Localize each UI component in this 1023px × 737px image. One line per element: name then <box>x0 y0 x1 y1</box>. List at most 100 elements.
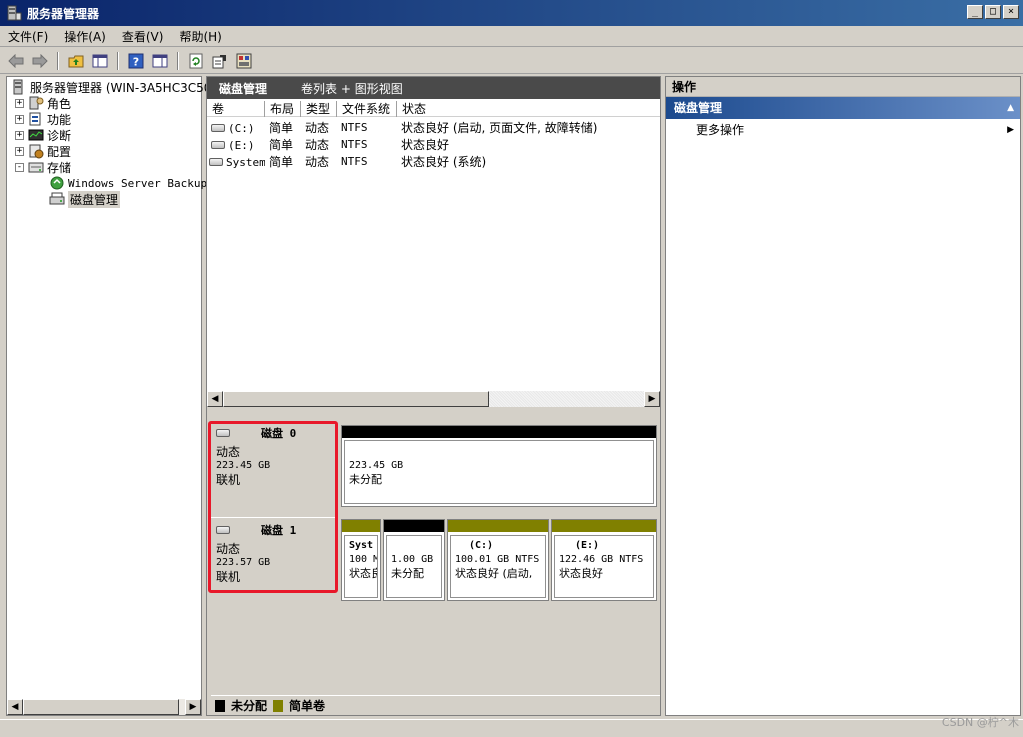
scroll-thumb[interactable] <box>23 699 179 715</box>
toolbar-separator <box>177 51 179 70</box>
forward-button[interactable] <box>30 51 50 71</box>
scroll-thumb[interactable] <box>223 391 489 407</box>
partition-status: 未分配 <box>349 473 382 486</box>
partition-size: 100.01 GB NTFS <box>455 554 540 565</box>
svg-text:?: ? <box>133 55 139 68</box>
tree-item-diagnostics[interactable]: + 诊断 <box>15 127 71 143</box>
tree-item-configuration[interactable]: + 配置 <box>15 143 71 159</box>
disk-management-pane: 磁盘管理 卷列表 + 图形视图 卷 布局 类型 文件系统 状态 (C:) 简单 … <box>206 76 661 716</box>
features-icon <box>29 112 41 126</box>
column-header-filesystem[interactable]: 文件系统 <box>337 101 397 117</box>
volume-layout: 简单 <box>269 138 294 152</box>
menu-view[interactable]: 查看(V) <box>122 28 164 45</box>
refresh-button[interactable] <box>186 51 206 71</box>
expand-toggle[interactable]: + <box>15 98 24 108</box>
tree-item-label: 存储 <box>47 160 72 175</box>
pane-view-mode: 卷列表 + 图形视图 <box>301 81 403 96</box>
diagnostics-icon <box>28 129 44 141</box>
tree-item-disk-management[interactable]: 磁盘管理 <box>49 190 121 208</box>
column-header-volume[interactable]: 卷 <box>207 101 265 117</box>
legend: 未分配 简单卷 <box>211 695 660 715</box>
refresh-icon <box>189 53 203 68</box>
actions-header: 操作 <box>666 77 1020 97</box>
collapse-up-icon[interactable]: ▲ <box>1007 97 1014 119</box>
menu-action[interactable]: 操作(A) <box>64 28 106 45</box>
back-button[interactable] <box>6 51 26 71</box>
scroll-left-button[interactable]: ◀ <box>7 699 23 715</box>
tree-item-roles[interactable]: + 角色 <box>15 95 71 111</box>
minimize-button[interactable]: _ <box>967 5 983 19</box>
partition-e[interactable]: (E:) 122.46 GB NTFS 状态良好 <box>551 519 657 601</box>
volume-filesystem: NTFS <box>341 121 368 134</box>
partition-size: 1.00 GB <box>391 554 434 565</box>
scroll-right-button[interactable]: ▶ <box>185 699 201 715</box>
expand-toggle[interactable]: + <box>15 114 24 124</box>
up-folder-button[interactable] <box>66 51 86 71</box>
backup-icon <box>50 176 64 190</box>
table-row[interactable]: (C:) 简单 动态 NTFS 状态良好 (启动, 页面文件, 故障转储) <box>207 119 660 136</box>
roles-icon <box>29 96 44 110</box>
partition-unallocated[interactable]: 1.00 GB 未分配 <box>383 519 445 601</box>
volume-name: System <box>226 155 265 169</box>
partition-c[interactable]: (C:) 100.01 GB NTFS 状态良好 (启动, <box>447 519 549 601</box>
show-hide-tree-button[interactable] <box>90 51 110 71</box>
column-header-status[interactable]: 状态 <box>397 101 660 117</box>
partition-name: (C:) <box>469 540 494 551</box>
title-bar: 服务器管理器 _ □ × <box>0 0 1023 26</box>
partition-color-bar <box>342 426 656 438</box>
scroll-left-button[interactable]: ◀ <box>207 391 223 407</box>
tree-item-label: 功能 <box>47 112 72 127</box>
table-row[interactable]: System 简单 动态 NTFS 状态良好 (系统) <box>207 153 660 170</box>
properties-button[interactable] <box>210 51 230 71</box>
volume-list-header: 卷 布局 类型 文件系统 状态 <box>207 101 660 117</box>
partition-color-bar <box>384 520 444 532</box>
tree-item-label: Windows Server Backup <box>68 176 208 190</box>
actions-pane: 操作 磁盘管理 ▲ 更多操作 ▶ <box>665 76 1021 716</box>
partition-system[interactable]: Syst 100 M 状态良 <box>341 519 381 601</box>
column-header-layout[interactable]: 布局 <box>265 101 301 117</box>
volume-list-horizontal-scrollbar[interactable]: ◀ ▶ <box>207 391 660 407</box>
toolbar-separator <box>117 51 119 70</box>
disk-management-icon <box>49 192 65 205</box>
properties-icon <box>212 54 226 68</box>
toolbar: ? <box>0 48 1023 74</box>
maximize-button[interactable]: □ <box>985 5 1001 19</box>
expand-toggle[interactable]: + <box>15 146 24 156</box>
collapse-toggle[interactable]: - <box>15 162 24 172</box>
tree-item-windows-server-backup[interactable]: Windows Server Backup <box>49 175 207 191</box>
volume-type: 动态 <box>305 138 330 152</box>
tree-root-server-manager[interactable]: 服务器管理器 (WIN-3A5HC3C504 <box>11 79 219 95</box>
action-more-actions[interactable]: 更多操作 ▶ <box>666 119 1020 141</box>
console-tree-pane: 服务器管理器 (WIN-3A5HC3C504 + 角色 + 功能 + 诊断 + … <box>6 76 219 716</box>
volume-disk-icon <box>209 158 223 166</box>
pane-title: 磁盘管理 <box>219 81 268 96</box>
legend-label: 未分配 <box>231 699 268 713</box>
expand-toggle[interactable]: + <box>15 130 24 140</box>
partition-unallocated[interactable]: 223.45 GB 未分配 <box>341 425 657 507</box>
tree-item-label: 配置 <box>47 144 72 159</box>
tree-item-label: 角色 <box>47 96 72 111</box>
toolbar-separator <box>57 51 59 70</box>
column-header-type[interactable]: 类型 <box>301 101 337 117</box>
partition-status: 状态良好 (启动, <box>455 567 533 580</box>
volume-filesystem: NTFS <box>341 155 368 168</box>
partition-color-bar <box>448 520 548 532</box>
close-button[interactable]: × <box>1003 5 1019 19</box>
pane-header: 磁盘管理 卷列表 + 图形视图 <box>207 77 660 99</box>
forward-arrow-icon <box>32 53 48 68</box>
show-hide-action-pane-button[interactable] <box>150 51 170 71</box>
tree-item-storage[interactable]: - 存储 <box>15 159 71 175</box>
menu-help[interactable]: 帮助(H) <box>179 28 221 45</box>
menu-file[interactable]: 文件(F) <box>8 28 48 45</box>
disk-settings-button[interactable] <box>234 51 254 71</box>
volume-status: 状态良好 (系统) <box>401 155 487 169</box>
volume-type: 动态 <box>305 155 330 169</box>
table-row[interactable]: (E:) 简单 动态 NTFS 状态良好 <box>207 136 660 153</box>
help-button[interactable]: ? <box>126 51 146 71</box>
legend-swatch-unallocated <box>215 699 225 712</box>
tree-horizontal-scrollbar[interactable]: ◀ ▶ <box>7 699 201 715</box>
actions-section-disk-management[interactable]: 磁盘管理 ▲ <box>666 97 1020 119</box>
tree-item-features[interactable]: + 功能 <box>15 111 71 127</box>
action-pane-icon <box>152 54 168 67</box>
scroll-right-button[interactable]: ▶ <box>644 391 660 407</box>
